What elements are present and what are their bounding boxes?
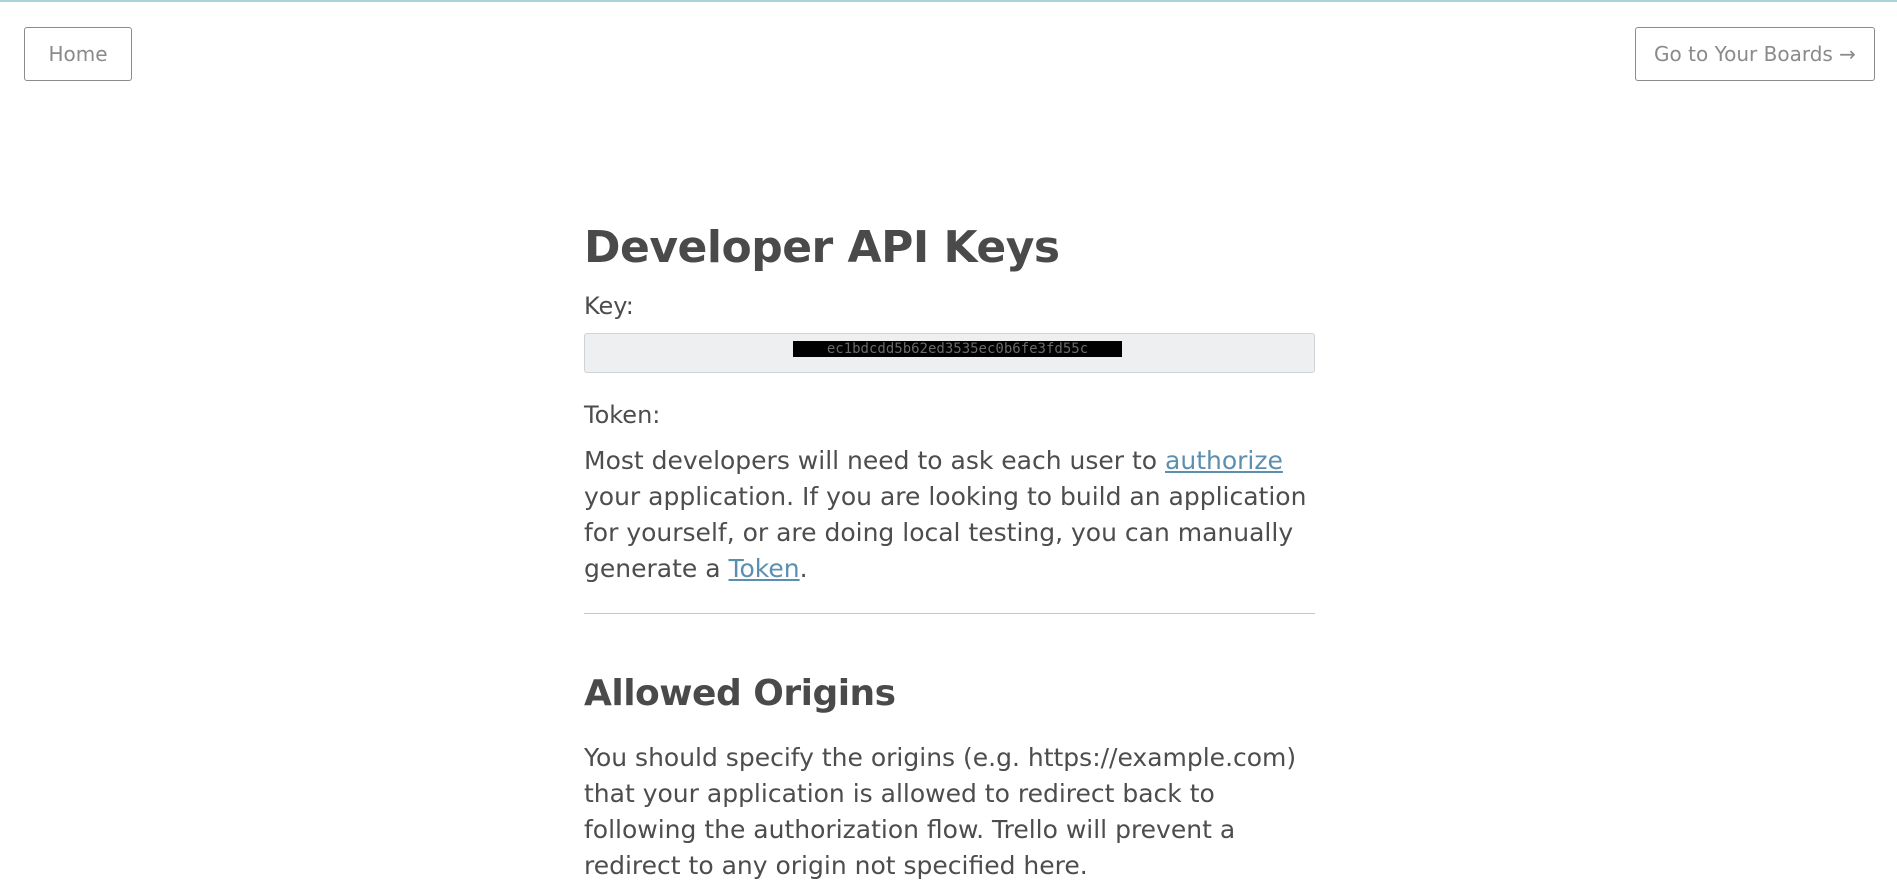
go-to-boards-button[interactable]: Go to Your Boards → [1635,27,1875,81]
token-link[interactable]: Token [728,554,799,583]
top-accent-line [0,0,1897,2]
token-text-part-3: . [799,554,808,583]
home-button[interactable]: Home [24,27,132,81]
token-text-part-1: Most developers will need to ask each us… [584,446,1166,475]
token-label: Token: [584,401,661,429]
token-text-part-2: your application. If you are looking to … [584,482,1307,583]
main-content: Developer API Keys Key: ec1bdcdd5b62ed35… [584,220,1315,884]
authorize-link[interactable]: authorize [1165,446,1283,475]
section-divider [584,613,1315,614]
allowed-origins-title: Allowed Origins [584,673,896,714]
allowed-origins-description: You should specify the origins (e.g. htt… [584,743,1297,880]
page-title: Developer API Keys [584,222,1060,273]
key-label: Key: [584,292,634,320]
token-description: Most developers will need to ask each us… [584,443,1315,587]
api-key-field[interactable]: ec1bdcdd5b62ed3535ec0b6fe3fd55c [584,333,1315,373]
api-key-value-redacted: ec1bdcdd5b62ed3535ec0b6fe3fd55c [793,341,1122,357]
